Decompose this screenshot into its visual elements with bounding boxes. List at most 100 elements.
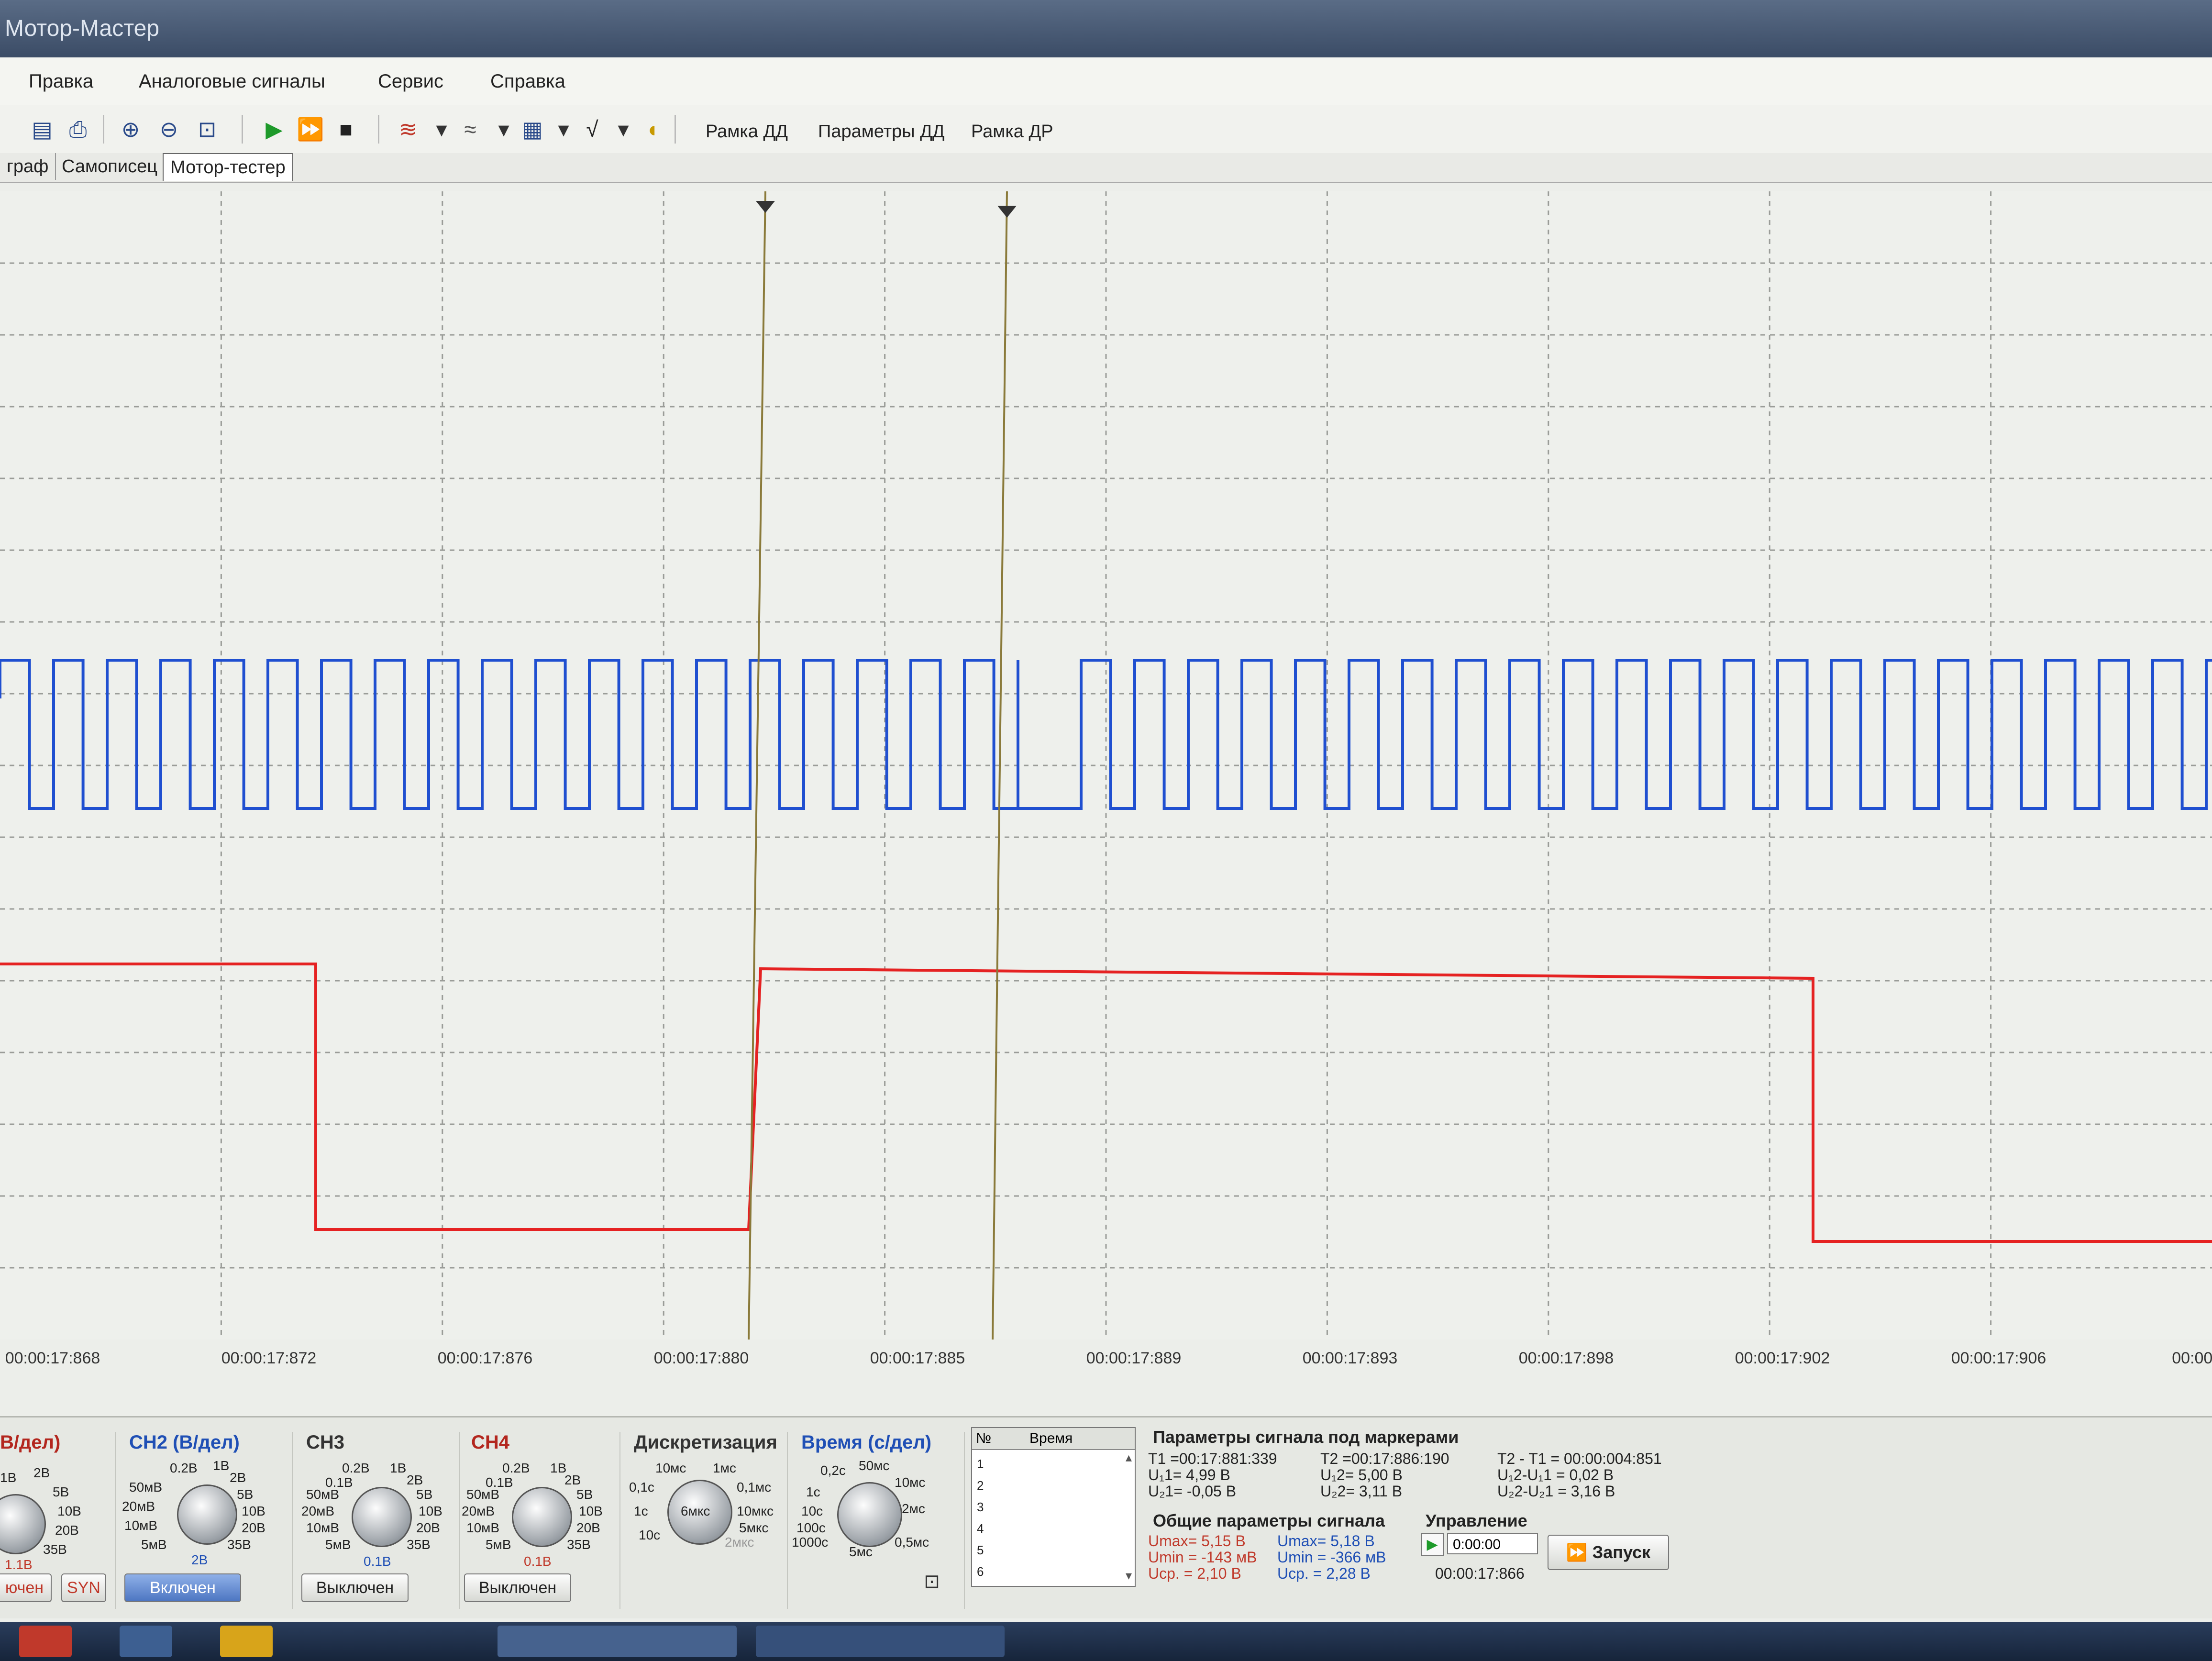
menu-help[interactable]: Справка <box>490 57 565 105</box>
fast-forward-icon: ⏩ <box>1566 1542 1593 1562</box>
toolbar-separator <box>378 115 379 144</box>
sound-icon[interactable]: ◖ <box>639 116 665 143</box>
scroll-up-icon[interactable]: ▴ <box>1126 1450 1132 1465</box>
ch3-scale-label: 10мВ <box>306 1520 340 1535</box>
ch2-scale-label: 35В <box>227 1537 251 1552</box>
start-menu-icon[interactable] <box>19 1626 72 1657</box>
menu-service[interactable]: Сервис <box>378 57 443 105</box>
ch4-scale-label: 50мВ <box>466 1487 500 1502</box>
print-icon[interactable]: ⎙ <box>65 116 91 143</box>
explorer-icon[interactable] <box>120 1626 172 1657</box>
time-tick-label: 00:00:17:889 <box>1086 1349 1182 1367</box>
ch1-umin: Umin = -143 мВ <box>1148 1549 1257 1566</box>
timebase-label: 10с <box>801 1504 823 1518</box>
menu-edit[interactable]: Правка <box>29 57 93 105</box>
scroll-down-icon[interactable]: ▾ <box>1126 1568 1132 1583</box>
ch3-volts-knob[interactable] <box>352 1487 412 1547</box>
marker-list[interactable]: № Время 1 2 3 4 5 6 ▴ ▾ <box>971 1427 1136 1587</box>
ch2-scale-label: 50мВ <box>129 1480 163 1495</box>
stop-icon[interactable]: ■ <box>332 116 359 143</box>
list-item[interactable]: 4 <box>977 1521 984 1536</box>
chevron-down-icon[interactable]: ▾ <box>610 116 637 143</box>
sampling-value: 6мкс <box>681 1504 710 1518</box>
ch4-scale-label: 10мВ <box>466 1520 500 1535</box>
t1-value: T1 =00:17:881:339 <box>1148 1450 1277 1467</box>
play-icon[interactable]: ▶ <box>261 116 288 143</box>
ch3-scale-label: 5В <box>416 1487 433 1502</box>
ch4-scale-label: 0.2В <box>502 1461 530 1475</box>
print-preview-icon[interactable]: ▤ <box>29 116 55 143</box>
list-item[interactable]: 3 <box>977 1500 984 1515</box>
ch3-scale-label: 20мВ <box>301 1504 335 1518</box>
ch1-group: В/дел) 1В 2В 5В 10В 20В 35В 1.1В ючен SY… <box>0 1432 116 1609</box>
zoom-icon[interactable]: ⊡ <box>918 1568 945 1595</box>
ch2-scale-label: 20В <box>242 1520 265 1535</box>
list-item[interactable]: 2 <box>977 1478 984 1493</box>
time-tick-label: 00:00:17:885 <box>870 1349 965 1367</box>
params-dd-button[interactable]: Параметры ДД <box>818 105 945 153</box>
zoom-fit-icon[interactable]: ⊡ <box>194 116 221 143</box>
list-item[interactable]: 1 <box>977 1457 984 1472</box>
menu-analog-signals[interactable]: Аналоговые сигналы <box>139 57 325 105</box>
zoom-out-icon[interactable]: ⊖ <box>155 116 182 143</box>
chevron-down-icon[interactable]: ▾ <box>490 116 517 143</box>
time-field[interactable]: 0:00:00 <box>1447 1533 1538 1554</box>
ch2-value: 2В <box>191 1552 208 1567</box>
ch1-sync-button[interactable]: SYN <box>61 1573 106 1602</box>
waveform-icon[interactable]: ≈ <box>457 116 484 143</box>
ch4-enable-button[interactable]: Выключен <box>464 1573 571 1602</box>
filter-icon[interactable]: ≋ <box>395 116 421 143</box>
app-icon[interactable] <box>220 1626 273 1657</box>
frame-dd-button[interactable]: Рамка ДД <box>706 105 788 153</box>
start-button[interactable]: ⏩ Запуск <box>1548 1535 1669 1570</box>
fast-forward-icon[interactable]: ⏩ <box>297 116 324 143</box>
taskbar-app-button[interactable] <box>756 1626 1005 1657</box>
frame-dr-button[interactable]: Рамка ДР <box>971 105 1053 153</box>
list-item[interactable]: 5 <box>977 1543 984 1558</box>
tab-motor-tester[interactable]: Мотор-тестер <box>163 153 293 181</box>
marker-list-header: № Время <box>972 1428 1135 1450</box>
play-icon[interactable]: ▶ <box>1421 1533 1444 1556</box>
ch3-scale-label: 5мВ <box>325 1537 351 1552</box>
tab-graph[interactable]: граф <box>0 153 56 180</box>
sampling-label: 10с <box>639 1528 661 1542</box>
timebase-label: 0,5мс <box>895 1535 929 1550</box>
timebase-group: Время (с/дел) 0,2с 50мс 10мс 1с 2мс 10с … <box>792 1432 965 1609</box>
timebase-label: 1с <box>806 1484 820 1499</box>
calculator-icon[interactable]: ▦ <box>519 116 546 143</box>
time-tick-label: 00:00:17:876 <box>437 1349 533 1367</box>
ch2-volts-knob[interactable] <box>177 1484 237 1545</box>
time-readout: 00:00:17:866 <box>1435 1565 1525 1582</box>
ch2-enable-button[interactable]: Включен <box>124 1573 241 1602</box>
sampling-title: Дискретизация <box>634 1432 777 1453</box>
scope-canvas[interactable] <box>0 191 2212 1340</box>
ch3-scale-label: 35В <box>407 1537 431 1552</box>
ch1-scale-label: 20В <box>55 1523 79 1538</box>
ch1-volts-knob[interactable] <box>0 1494 46 1554</box>
sampling-label: 10мс <box>655 1461 686 1475</box>
du2-value: U₂2-U₂1 = 3,16 В <box>1497 1483 1615 1500</box>
ch4-volts-knob[interactable] <box>512 1487 572 1547</box>
t2-value: T2 =00:17:886:190 <box>1320 1450 1449 1467</box>
list-item[interactable]: 6 <box>977 1564 984 1579</box>
time-tick-label: 00:00:17:902 <box>1735 1349 1830 1367</box>
time-tick-label: 00:00:17:872 <box>221 1349 317 1367</box>
ch1-enable-button[interactable]: ючен <box>0 1573 52 1602</box>
u22-value: U₂2= 3,11 В <box>1320 1483 1403 1500</box>
timebase-knob[interactable] <box>837 1482 902 1547</box>
oscilloscope-plot[interactable] <box>0 191 2212 1340</box>
ch4-scale-label: 5мВ <box>486 1537 511 1552</box>
ch1-scale-label: 10В <box>57 1504 81 1518</box>
zoom-in-icon[interactable]: ⊕ <box>117 116 144 143</box>
sqrt-icon[interactable]: √ <box>579 116 606 143</box>
sampling-label: 1с <box>634 1504 648 1518</box>
sampling-label: 2мкс <box>725 1535 754 1550</box>
taskbar-app-button[interactable] <box>498 1626 737 1657</box>
ch3-enable-button[interactable]: Выключен <box>301 1573 409 1602</box>
chevron-down-icon[interactable]: ▾ <box>550 116 577 143</box>
ch4-scale-label: 20мВ <box>462 1504 495 1518</box>
ch1-scale-label: 1В <box>0 1470 17 1485</box>
tab-recorder[interactable]: Самописец <box>55 153 165 180</box>
du1-value: U₁2-U₁1 = 0,02 В <box>1497 1466 1614 1484</box>
chevron-down-icon[interactable]: ▾ <box>428 116 455 143</box>
